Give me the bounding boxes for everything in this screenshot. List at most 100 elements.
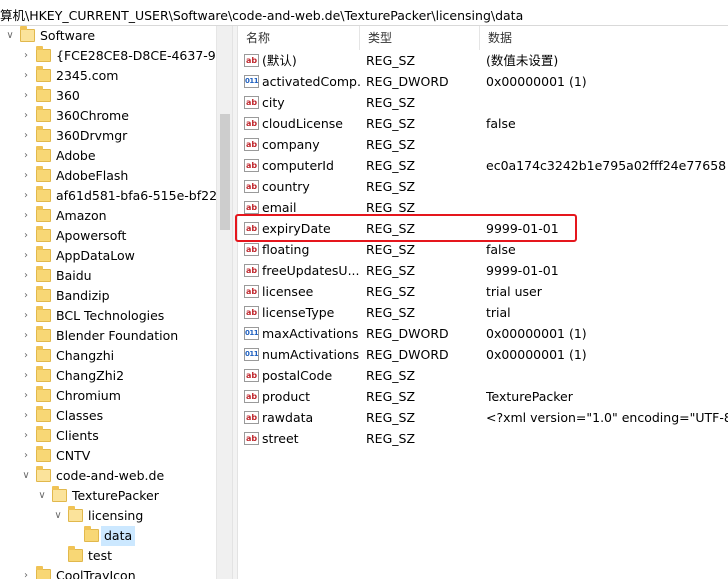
chevron-right-icon[interactable]: › bbox=[20, 306, 32, 326]
tree-node[interactable]: › Apowersoft bbox=[0, 226, 216, 246]
tree-node[interactable]: › 360Chrome bbox=[0, 106, 216, 126]
folder-icon bbox=[36, 126, 51, 142]
tree-node[interactable]: › Baidu bbox=[0, 266, 216, 286]
tree-node-label: Chromium bbox=[56, 388, 121, 403]
value-row[interactable]: ab licenseType REG_SZ trial bbox=[238, 302, 728, 323]
value-data bbox=[486, 92, 728, 113]
value-row[interactable]: ab cloudLicense REG_SZ false bbox=[238, 113, 728, 134]
value-row[interactable]: 011 maxActivations REG_DWORD 0x00000001 (1) bbox=[238, 323, 728, 344]
tree-node[interactable]: › CNTV bbox=[0, 446, 216, 466]
value-row[interactable]: ab city REG_SZ bbox=[238, 92, 728, 113]
value-row[interactable]: ab floating REG_SZ false bbox=[238, 239, 728, 260]
column-header-type[interactable]: 类型 bbox=[360, 26, 480, 50]
tree-node[interactable]: › Amazon bbox=[0, 206, 216, 226]
chevron-right-icon[interactable]: › bbox=[20, 226, 32, 246]
chevron-right-icon[interactable] bbox=[68, 526, 80, 546]
folder-icon bbox=[36, 266, 51, 282]
chevron-right-icon[interactable] bbox=[52, 546, 64, 566]
tree-node[interactable]: ∨ licensing bbox=[0, 506, 216, 526]
tree-node[interactable]: data bbox=[0, 526, 216, 546]
tree-node[interactable]: › 2345.com bbox=[0, 66, 216, 86]
chevron-right-icon[interactable]: › bbox=[20, 106, 32, 126]
value-row[interactable]: ab freeUpdatesU... REG_SZ 9999-01-01 bbox=[238, 260, 728, 281]
chevron-right-icon[interactable]: › bbox=[20, 266, 32, 286]
tree-node[interactable]: › af61d581-bfa6-515e-bf22-5 bbox=[0, 186, 230, 206]
address-path: 算机\HKEY_CURRENT_USER\Software\code-and-w… bbox=[0, 8, 524, 23]
tree-node[interactable]: › {FCE28CE8-D8CE-4637-9BC7 bbox=[0, 46, 232, 66]
value-row[interactable]: ab postalCode REG_SZ bbox=[238, 365, 728, 386]
chevron-right-icon[interactable]: › bbox=[20, 146, 32, 166]
value-row[interactable]: ab computerId REG_SZ ec0a174c3242b1e795a02f… bbox=[238, 155, 728, 176]
tree-node[interactable]: ∨ TexturePacker bbox=[0, 486, 216, 506]
chevron-right-icon[interactable]: › bbox=[20, 386, 32, 406]
chevron-right-icon[interactable]: › bbox=[20, 286, 32, 306]
chevron-right-icon[interactable]: › bbox=[20, 246, 32, 266]
folder-icon bbox=[68, 506, 83, 522]
tree-node-label: Blender Foundation bbox=[56, 328, 179, 343]
tree-node[interactable]: › Clients bbox=[0, 426, 216, 446]
tree-node[interactable]: › ChangZhi2 bbox=[0, 366, 216, 386]
chevron-down-icon[interactable]: ∨ bbox=[20, 466, 32, 486]
value-row[interactable]: ab country REG_SZ bbox=[238, 176, 728, 197]
value-row[interactable]: ab street REG_SZ bbox=[238, 428, 728, 449]
chevron-right-icon[interactable]: › bbox=[20, 326, 32, 346]
chevron-down-icon[interactable]: ∨ bbox=[4, 26, 16, 46]
chevron-right-icon[interactable]: › bbox=[20, 46, 32, 66]
tree-node[interactable]: › 360 bbox=[0, 86, 216, 106]
chevron-right-icon[interactable]: › bbox=[20, 186, 32, 206]
chevron-right-icon[interactable]: › bbox=[20, 446, 32, 466]
chevron-down-icon[interactable]: ∨ bbox=[36, 486, 48, 506]
value-name: product bbox=[262, 389, 311, 404]
scrollbar-thumb[interactable] bbox=[220, 114, 230, 230]
tree-node[interactable]: › BCL Technologies bbox=[0, 306, 216, 326]
value-row[interactable]: 011 numActivations REG_DWORD 0x00000001 (1) bbox=[238, 344, 728, 365]
value-type: REG_SZ bbox=[366, 410, 416, 425]
value-row[interactable]: ab company REG_SZ bbox=[238, 134, 728, 155]
tree-node[interactable]: › Bandizip bbox=[0, 286, 216, 306]
chevron-right-icon[interactable]: › bbox=[20, 86, 32, 106]
value-data bbox=[486, 428, 728, 449]
value-row[interactable]: 011 activatedComp... REG_DWORD 0x00000001 (… bbox=[238, 71, 728, 92]
tree-node[interactable]: › Chromium bbox=[0, 386, 216, 406]
chevron-right-icon[interactable]: › bbox=[20, 66, 32, 86]
tree-node[interactable]: ∨ Software bbox=[0, 26, 216, 46]
chevron-right-icon[interactable]: › bbox=[20, 366, 32, 386]
column-header-name[interactable]: 名称 bbox=[238, 26, 360, 50]
string-value-icon: ab bbox=[244, 432, 259, 445]
chevron-right-icon[interactable]: › bbox=[20, 346, 32, 366]
chevron-right-icon[interactable]: › bbox=[20, 426, 32, 446]
tree-node[interactable]: › Adobe bbox=[0, 146, 216, 166]
tree-node[interactable]: › AdobeFlash bbox=[0, 166, 216, 186]
tree-node[interactable]: ∨ code-and-web.de bbox=[0, 466, 216, 486]
tree-node-label: 360 bbox=[56, 88, 80, 103]
tree-vertical-scrollbar[interactable] bbox=[216, 26, 232, 579]
value-type: REG_SZ bbox=[366, 305, 416, 320]
chevron-right-icon[interactable]: › bbox=[20, 166, 32, 186]
address-bar[interactable]: 算机\HKEY_CURRENT_USER\Software\code-and-w… bbox=[0, 0, 728, 26]
value-data bbox=[486, 365, 728, 386]
tree-node[interactable]: › Changzhi bbox=[0, 346, 216, 366]
registry-key-tree[interactable]: ∨ Software › {FCE28CE8-D8CE-4637-9BC7 › 2345.… bbox=[0, 26, 232, 579]
value-row[interactable]: ab rawdata REG_SZ <?xml version="1.0" encod… bbox=[238, 407, 728, 428]
tree-node[interactable]: test bbox=[0, 546, 216, 566]
value-row[interactable]: ab product REG_SZ TexturePacker bbox=[238, 386, 728, 407]
tree-node[interactable]: › Blender Foundation bbox=[0, 326, 216, 346]
tree-node[interactable]: › AppDataLow bbox=[0, 246, 216, 266]
chevron-down-icon[interactable]: ∨ bbox=[52, 506, 64, 526]
tree-node-label: Adobe bbox=[56, 148, 96, 163]
tree-node[interactable]: › 360Drvmgr bbox=[0, 126, 216, 146]
chevron-right-icon[interactable]: › bbox=[20, 126, 32, 146]
chevron-right-icon[interactable]: › bbox=[20, 566, 32, 579]
column-header-data[interactable]: 数据 bbox=[480, 26, 728, 50]
chevron-right-icon[interactable]: › bbox=[20, 406, 32, 426]
value-row[interactable]: ab (默认) REG_SZ (数值未设置) bbox=[238, 50, 728, 71]
value-row[interactable]: ab licensee REG_SZ trial user bbox=[238, 281, 728, 302]
value-data: <?xml version="1.0" encoding="UTF-8"?> bbox=[486, 410, 728, 425]
value-data: 9999-01-01 bbox=[486, 263, 559, 278]
tree-node[interactable]: › CoolTrayIcon bbox=[0, 566, 216, 579]
tree-node-label: Classes bbox=[56, 408, 104, 423]
tree-node[interactable]: › Classes bbox=[0, 406, 216, 426]
value-name: company bbox=[262, 137, 320, 152]
chevron-right-icon[interactable]: › bbox=[20, 206, 32, 226]
registry-values-list[interactable]: 名称 类型 数据 ab (默认) REG_SZ (数值未设置) 011 activated… bbox=[238, 26, 728, 579]
